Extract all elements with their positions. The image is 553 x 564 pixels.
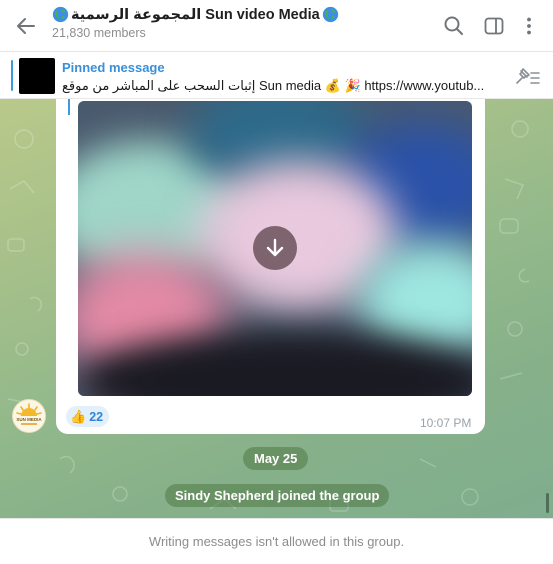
message-time: 10:07 PM [420,416,472,430]
globe-icon [322,6,338,23]
back-arrow-icon[interactable] [14,14,38,38]
chat-title-text: المجموعة الرسمية Sun video Media [71,6,320,23]
chat-header: المجموعة الرسمية Sun video Media 21,830 … [0,0,553,52]
pinned-text: إثبات السحب على المباشر من موقع Sun medi… [62,78,485,93]
download-button[interactable] [253,226,297,270]
service-message: Sindy Shepherd joined the group [165,484,390,507]
download-arrow-icon [266,238,284,257]
pinned-indicator [11,60,13,91]
more-vert-icon[interactable] [518,15,540,37]
chat-title-block[interactable]: المجموعة الرسمية Sun video Media 21,830 … [52,6,339,40]
member-count: 21,830 members [52,26,146,40]
reaction-thumbs-up[interactable]: 👍 22 [66,406,110,427]
globe-icon [52,6,69,23]
reply-indicator [68,99,70,115]
pinned-label: Pinned message [62,60,165,75]
svg-text:SUN MEDIA: SUN MEDIA [16,417,42,422]
reaction-count: 22 [89,409,104,424]
chat-area[interactable]: 👍 22 10:07 PM SUN MEDIA May 25 Sindy She… [0,99,553,518]
pinned-message-bar[interactable]: Pinned message إثبات السحب على المباشر م… [0,52,553,99]
avatar[interactable]: SUN MEDIA [12,399,46,433]
search-icon[interactable] [443,15,465,37]
pinned-thumbnail [19,58,55,94]
chat-title[interactable]: المجموعة الرسمية Sun video Media [52,6,339,23]
scrollbar[interactable] [546,493,549,513]
sidebar-toggle-icon[interactable] [483,15,505,37]
sun-logo-icon: SUN MEDIA [16,403,42,425]
date-separator: May 25 [243,447,309,470]
unpin-icon[interactable] [513,65,541,87]
composer-restricted-bar: Writing messages isn't allowed in this g… [0,518,553,564]
thumbs-up-icon: 👍 [70,408,87,424]
media-preview[interactable] [78,101,472,396]
restricted-notice: Writing messages isn't allowed in this g… [148,534,405,549]
